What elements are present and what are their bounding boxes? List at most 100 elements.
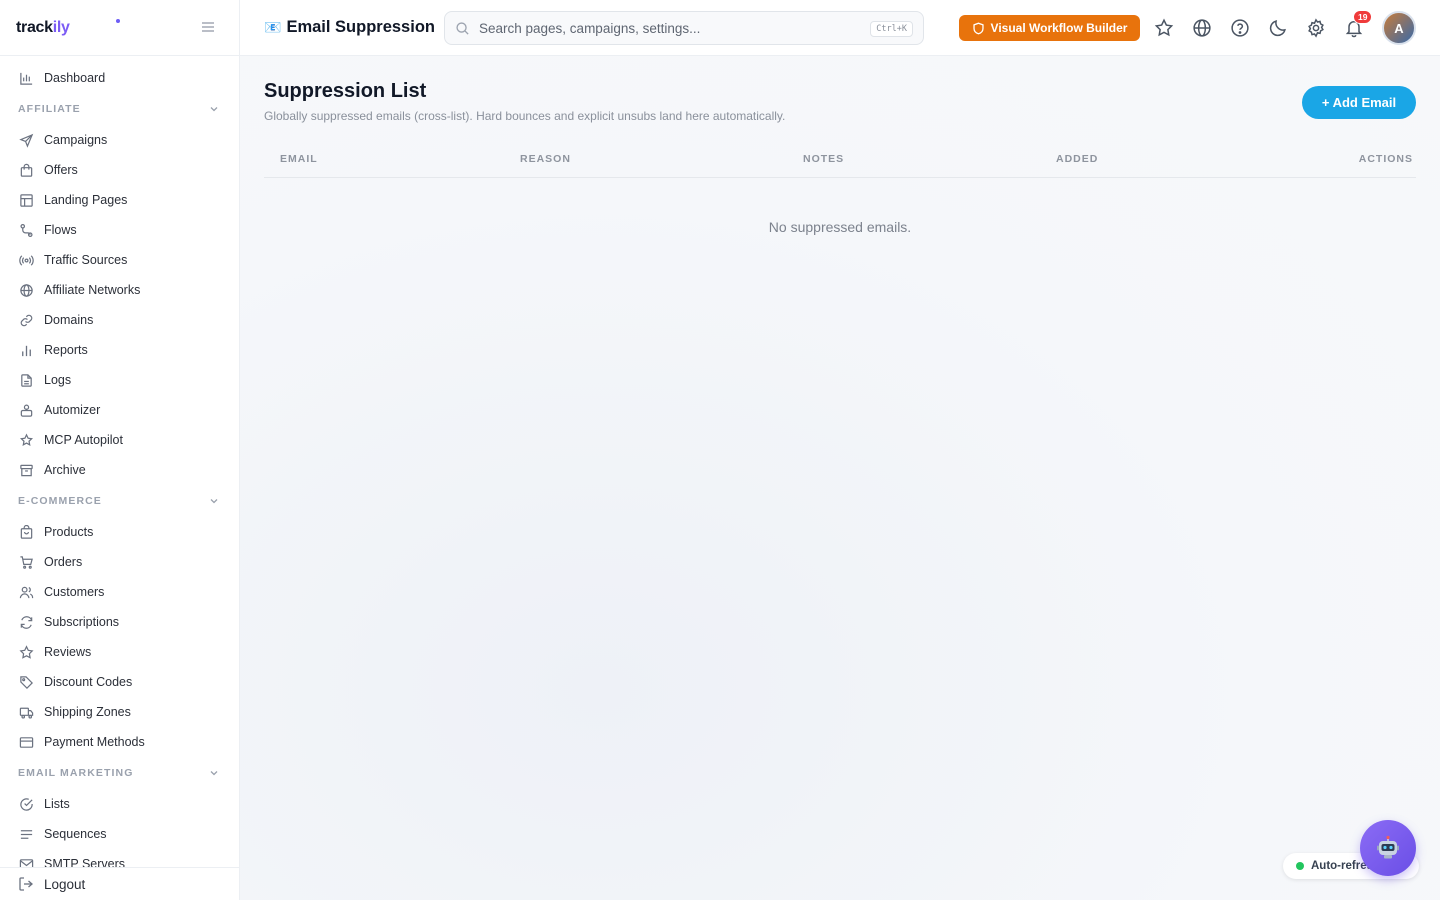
sidebar-item-landing-pages[interactable]: Landing Pages — [0, 185, 239, 215]
column-header-reason[interactable]: REASON — [520, 153, 571, 165]
add-email-button[interactable]: + Add Email — [1302, 86, 1416, 119]
sidebar-item-label: SMTP Servers — [44, 857, 126, 867]
shopping-bag-icon — [18, 162, 34, 178]
dashboard-icon — [18, 70, 34, 86]
file-text-icon — [18, 372, 34, 388]
sidebar-item-lists[interactable]: Lists — [0, 789, 239, 819]
brand-logo[interactable]: trackily — [16, 19, 70, 37]
brand-name-part1: track — [16, 18, 53, 36]
globe-icon — [18, 282, 34, 298]
cart-icon — [18, 554, 34, 570]
sidebar-item-smtp-servers[interactable]: SMTP Servers — [0, 849, 239, 867]
sidebar-item-label: Reports — [44, 343, 88, 357]
dark-mode-moon-icon[interactable] — [1267, 17, 1289, 39]
section-e-commerce[interactable]: E-COMMERCE — [0, 485, 239, 517]
suppression-list-title: Suppression List — [264, 80, 427, 102]
sidebar-item-label: Lists — [44, 797, 70, 811]
sidebar-item-label: Sequences — [44, 827, 107, 841]
send-icon — [18, 132, 34, 148]
sidebar-item-flows[interactable]: Flows — [0, 215, 239, 245]
sidebar-item-label: Campaigns — [44, 133, 108, 147]
favorites-star-icon[interactable] — [1153, 17, 1175, 39]
logout-icon — [18, 876, 34, 892]
sidebar-item-discount-codes[interactable]: Discount Codes — [0, 667, 239, 697]
section-email-marketing[interactable]: EMAIL MARKETING — [0, 757, 239, 789]
section-title: AFFILIATE — [18, 103, 81, 115]
visual-workflow-builder-button[interactable]: Visual Workflow Builder — [959, 15, 1140, 41]
layout-icon — [18, 192, 34, 208]
credit-card-icon — [18, 734, 34, 750]
sidebar-item-label: Payment Methods — [44, 735, 145, 749]
sidebar-item-label: Logs — [44, 373, 72, 387]
language-globe-icon[interactable] — [1191, 17, 1213, 39]
empty-state-message: No suppressed emails. — [768, 219, 912, 235]
sidebar-item-reviews[interactable]: Reviews — [0, 637, 239, 667]
brand-dot — [116, 19, 120, 23]
sidebar-item-products[interactable]: Products — [0, 517, 239, 547]
sidebar-item-label: Subscriptions — [44, 615, 120, 629]
sidebar-item-label: Domains — [44, 313, 94, 327]
mail-icon — [18, 856, 34, 867]
refresh-icon — [18, 614, 34, 630]
sidebar-item-orders[interactable]: Orders — [0, 547, 239, 577]
sidebar-item-domains[interactable]: Domains — [0, 305, 239, 335]
sidebar-item-campaigns[interactable]: Campaigns — [0, 125, 239, 155]
bot-icon — [18, 402, 34, 418]
column-header-actions: ACTIONS — [1358, 153, 1413, 165]
column-header-notes[interactable]: NOTES — [803, 153, 844, 165]
menu-toggle-icon[interactable] — [199, 18, 217, 36]
sidebar-item-label: Flows — [44, 223, 77, 237]
sidebar-nav: Dashboard AFFILIATE Campaigns Offers Lan… — [0, 56, 239, 867]
logout-button[interactable]: Logout — [0, 867, 239, 900]
page-title-text: Email Suppression — [286, 18, 435, 36]
section-affiliate[interactable]: AFFILIATE — [0, 93, 239, 125]
sidebar-item-label: Dashboard — [44, 71, 106, 85]
brand-bar: trackily — [0, 0, 239, 56]
sidebar-item-traffic-sources[interactable]: Traffic Sources — [0, 245, 239, 275]
chevron-down-icon — [209, 104, 219, 114]
email-emoji-icon: 📧 — [264, 19, 282, 35]
truck-icon — [18, 704, 34, 720]
column-header-added[interactable]: ADDED — [1056, 153, 1098, 165]
sidebar-item-affiliate-networks[interactable]: Affiliate Networks — [0, 275, 239, 305]
visual-workflow-builder-label: Visual Workflow Builder — [990, 21, 1128, 35]
ai-assistant-robot-icon[interactable] — [1360, 820, 1416, 876]
archive-icon — [18, 462, 34, 478]
tag-icon — [18, 674, 34, 690]
logout-label: Logout — [44, 876, 86, 892]
sidebar-item-reports[interactable]: Reports — [0, 335, 239, 365]
user-avatar[interactable]: A — [1382, 11, 1416, 45]
bar-chart-icon — [18, 342, 34, 358]
search-input[interactable] — [479, 20, 859, 36]
sidebar-item-automizer[interactable]: Automizer — [0, 395, 239, 425]
sidebar-item-archive[interactable]: Archive — [0, 455, 239, 485]
search-icon — [455, 21, 470, 36]
notifications-bell-icon[interactable]: 19 — [1343, 10, 1373, 39]
sidebar-item-offers[interactable]: Offers — [0, 155, 239, 185]
suppression-list-subtitle: Globally suppressed emails (cross-list).… — [264, 109, 786, 123]
sidebar-item-label: Automizer — [44, 403, 101, 417]
table-header: EMAIL REASON NOTES ADDED ACTIONS — [264, 142, 1416, 178]
sidebar-item-label: Products — [44, 525, 94, 539]
sidebar-item-payment-methods[interactable]: Payment Methods — [0, 727, 239, 757]
sidebar-item-logs[interactable]: Logs — [0, 365, 239, 395]
help-icon[interactable] — [1229, 17, 1251, 39]
sidebar-item-dashboard[interactable]: Dashboard — [0, 63, 239, 93]
radio-icon — [18, 252, 34, 268]
sidebar-item-label: Affiliate Networks — [44, 283, 141, 297]
global-search[interactable]: Ctrl+K — [444, 11, 924, 45]
sidebar-item-shipping-zones[interactable]: Shipping Zones — [0, 697, 239, 727]
suppression-table: EMAIL REASON NOTES ADDED ACTIONS No supp… — [264, 142, 1416, 235]
lines-icon — [18, 826, 34, 842]
column-header-email[interactable]: EMAIL — [280, 153, 318, 165]
sidebar-item-mcp-autopilot[interactable]: MCP Autopilot — [0, 425, 239, 455]
sidebar-item-label: Archive — [44, 463, 86, 477]
sidebar-item-subscriptions[interactable]: Subscriptions — [0, 607, 239, 637]
notification-count-badge: 19 — [1353, 10, 1373, 24]
settings-gear-icon[interactable] — [1305, 17, 1327, 39]
sidebar-item-sequences[interactable]: Sequences — [0, 819, 239, 849]
sidebar-item-label: Reviews — [44, 645, 92, 659]
sidebar-item-customers[interactable]: Customers — [0, 577, 239, 607]
sidebar-item-label: Landing Pages — [44, 193, 128, 207]
page-title: 📧 Email Suppression — [264, 18, 435, 37]
